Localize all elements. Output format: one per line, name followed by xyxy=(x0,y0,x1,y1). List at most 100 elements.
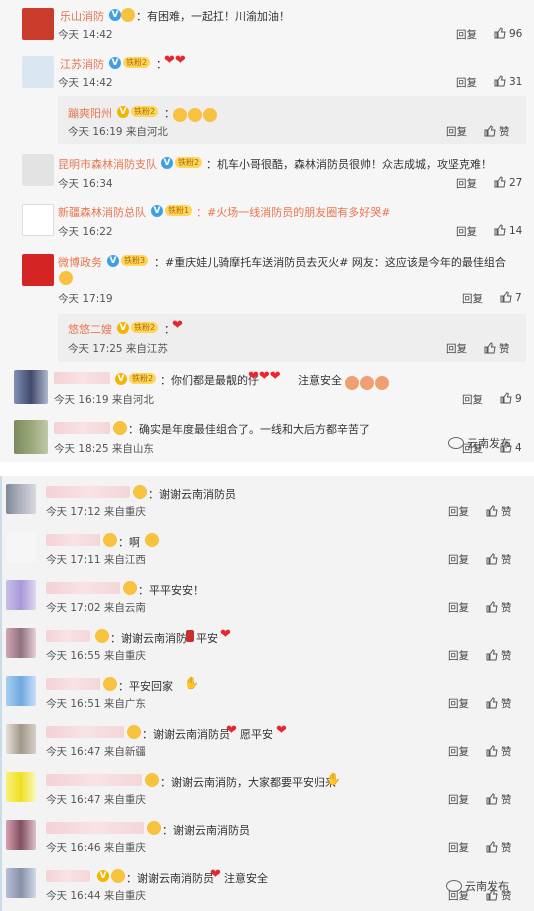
reply-button[interactable]: 回复 xyxy=(448,840,469,855)
comment-author[interactable]: 新疆森林消防总队 xyxy=(58,204,146,220)
reply-button[interactable]: 回复 xyxy=(448,696,469,711)
avatar[interactable] xyxy=(6,628,36,658)
blurred-username xyxy=(46,678,100,690)
reply-button[interactable]: 回复 xyxy=(448,552,469,567)
thumbs-up-icon xyxy=(494,27,506,39)
thumbs-up-icon xyxy=(494,75,506,87)
reply-button[interactable]: 回复 xyxy=(462,291,483,306)
reply-button[interactable]: 回复 xyxy=(448,648,469,663)
avatar[interactable] xyxy=(14,370,48,404)
reply-button[interactable]: 回复 xyxy=(448,744,469,759)
comment-text: ：谢谢云南消防员 xyxy=(142,728,230,741)
heart-icon: ❤❤❤ xyxy=(248,369,281,384)
comment-row: 新疆森林消防总队 V 铁粉1 ：#火场一线消防员的朋友圈有多好哭# 今天 16:… xyxy=(0,196,534,246)
thumbs-up-icon xyxy=(486,745,498,757)
panel-gap xyxy=(0,462,534,476)
comment-author[interactable]: 乐山消防 xyxy=(60,8,104,24)
fan-badge: 铁粉2 xyxy=(123,57,151,68)
reply-button[interactable]: 回复 xyxy=(456,224,477,239)
reply-button[interactable]: 回复 xyxy=(448,504,469,519)
reply-button[interactable]: 回复 xyxy=(456,27,477,42)
avatar[interactable] xyxy=(6,724,36,754)
emoji-icon xyxy=(103,533,117,547)
like-button[interactable]: 赞 xyxy=(484,341,510,356)
heart-icon: ❤ xyxy=(220,627,231,642)
avatar[interactable] xyxy=(6,820,36,850)
avatar[interactable] xyxy=(22,8,54,40)
blurred-username xyxy=(46,726,124,738)
reply-button[interactable]: 回复 xyxy=(462,392,483,407)
comment-text: ：谢谢云南消防员 xyxy=(148,488,236,501)
comment-text: ：确实是年度最佳组合了。一线和大后方都辛苦了 xyxy=(128,423,370,436)
avatar[interactable] xyxy=(6,676,36,706)
like-button[interactable]: 赞 xyxy=(486,840,512,855)
thumbs-up-icon xyxy=(500,392,512,404)
reply-button[interactable]: 回复 xyxy=(446,124,467,139)
avatar[interactable] xyxy=(14,420,48,454)
avatar[interactable] xyxy=(22,154,54,186)
like-button[interactable]: 7 xyxy=(500,291,522,304)
avatar[interactable] xyxy=(22,56,54,88)
reply-button[interactable]: 回复 xyxy=(456,176,477,191)
verified-icon: V xyxy=(109,9,121,21)
avatar[interactable] xyxy=(6,532,36,562)
comment-text: ：平安回家 xyxy=(118,680,173,693)
comment-time: 今天 14:42 xyxy=(58,29,113,41)
like-button[interactable]: 31 xyxy=(494,75,522,88)
avatar[interactable] xyxy=(6,772,36,802)
emoji-icon xyxy=(59,271,73,285)
avatar[interactable] xyxy=(22,254,54,286)
thumbs-up-icon xyxy=(484,342,496,354)
comment-row: 微博政务 V 铁粉3 ：#重庆娃儿骑摩托车送消防员去灭火# 网友：这应该是今年的… xyxy=(0,246,534,312)
comment-time: 今天 16:44 来自重庆 xyxy=(46,890,146,902)
like-button[interactable]: 赞 xyxy=(486,648,512,663)
heart-icon: ❤ xyxy=(172,318,183,333)
avatar[interactable] xyxy=(6,580,36,610)
avatar[interactable] xyxy=(22,204,54,236)
heart-icon: ❤ xyxy=(226,723,237,738)
wechat-icon xyxy=(448,437,464,449)
comment-text: ：谢谢云南消防员 xyxy=(162,824,250,837)
like-button[interactable]: 赞 xyxy=(486,504,512,519)
fan-badge: 铁粉2 xyxy=(131,322,159,333)
verified-icon: V xyxy=(107,255,119,267)
like-button[interactable]: 赞 xyxy=(486,552,512,567)
comment-time: 今天 16:47 来自重庆 xyxy=(46,794,146,806)
blurred-username xyxy=(46,534,100,546)
comment-author[interactable]: 微博政务 xyxy=(58,254,102,270)
emoji-icon xyxy=(147,821,161,835)
avatar[interactable] xyxy=(6,484,36,514)
reply-button[interactable]: 回复 xyxy=(448,792,469,807)
like-button[interactable]: 赞 xyxy=(486,744,512,759)
comment-author[interactable]: 悠悠二嫂 xyxy=(68,321,112,337)
thumbs-up-icon xyxy=(486,601,498,613)
like-button[interactable]: 14 xyxy=(494,224,522,237)
comment-time: 今天 17:11 来自江西 xyxy=(46,554,146,566)
reply-button[interactable]: 回复 xyxy=(456,75,477,90)
comment-author[interactable]: 江苏消防 xyxy=(60,56,104,72)
comment-text-2: 愿平安 xyxy=(240,728,273,741)
comment-time: 今天 16:51 来自广东 xyxy=(46,698,146,710)
like-button[interactable]: 27 xyxy=(494,176,522,189)
comment-row: ：啊 今天 17:11 来自江西 回复 赞 xyxy=(2,524,534,572)
avatar[interactable] xyxy=(6,868,36,898)
comment-text[interactable]: ：#火场一线消防员的朋友圈有多好哭# xyxy=(196,204,390,220)
comment-author[interactable]: 蹦爽阳州 xyxy=(68,105,112,121)
comment-author[interactable]: 昆明市森林消防支队 xyxy=(58,156,157,172)
comment-text: ：有困难，一起扛！川渝加油！ xyxy=(136,10,290,23)
like-button[interactable]: 赞 xyxy=(486,792,512,807)
like-button[interactable]: 96 xyxy=(494,27,522,40)
comment-text: ：你们都是最靓的仔 xyxy=(160,374,259,387)
like-button[interactable]: 赞 xyxy=(486,696,512,711)
reply-button[interactable]: 回复 xyxy=(446,341,467,356)
reply-button[interactable]: 回复 xyxy=(448,600,469,615)
verified-icon: V xyxy=(109,57,121,69)
like-button[interactable]: 赞 xyxy=(486,600,512,615)
heart-icon: ❤ xyxy=(276,723,287,738)
heart-icon: ❤ xyxy=(210,867,221,882)
watermark: 云南发布 xyxy=(446,878,509,894)
like-button[interactable]: 赞 xyxy=(484,124,510,139)
comment-time: 今天 17:19 xyxy=(58,293,113,305)
like-button[interactable]: 9 xyxy=(500,392,522,405)
comment-text: ：机车小哥很酷，森林消防员很帅！众志成城，攻坚克难！ xyxy=(206,158,492,171)
